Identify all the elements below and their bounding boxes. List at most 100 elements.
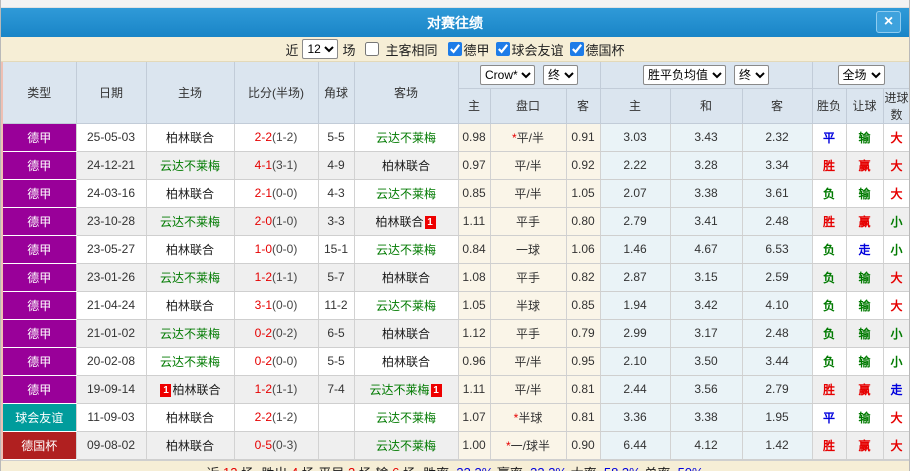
goals-result-cell: 大 (883, 431, 909, 460)
match-date: 25-05-03 (76, 123, 147, 152)
avg-home-odds: 6.44 (600, 431, 671, 460)
odds-home: 0.85 (458, 179, 491, 208)
same-venue-checkbox[interactable] (365, 42, 380, 56)
league-checkbox[interactable] (447, 42, 462, 56)
score-cell: 1-0(0-0) (234, 235, 319, 264)
table-row: 德甲 21-04-24 柏林联合 3-1(0-0) 11-2 云达不莱梅 1.0… (2, 291, 909, 320)
recent-label: 近 (285, 42, 299, 58)
handicap-line: 平手 (515, 270, 540, 285)
odds-state-select[interactable]: 终 (543, 64, 578, 85)
home-team-cell: 柏林联合 (146, 403, 235, 432)
odds-away: 1.05 (566, 179, 601, 208)
away-team-cell: 云达不莱梅 (354, 291, 459, 320)
odds-home: 1.05 (458, 291, 491, 320)
league-badge: 球会友谊 (2, 403, 77, 432)
scope-select[interactable]: 全场 (837, 64, 885, 85)
league-checkbox-label: 德国杯 (585, 42, 625, 58)
league-checkbox[interactable] (495, 42, 510, 56)
corner-cell (318, 431, 355, 460)
league-badge: 德甲 (2, 375, 77, 404)
odds-home: 0.96 (458, 347, 491, 376)
league-filter-球会友谊[interactable]: 球会友谊 (490, 40, 564, 59)
handicap-line: 平/半 (514, 354, 542, 369)
avg-type-select[interactable]: 胜平负均值 (643, 64, 726, 85)
summary-segment: 场, 胜出 (238, 463, 291, 471)
halftime-score: (1-0) (272, 214, 298, 228)
result-cell: 胜 (812, 207, 847, 236)
avg-away-odds: 3.34 (742, 151, 813, 180)
col-header-score: 比分(半场) (234, 62, 319, 124)
away-team-name: 云达不莱梅 (375, 438, 436, 453)
handicap-result-cell: 赢 (846, 207, 884, 236)
page-background-strip (1, 0, 909, 8)
result-cell: 胜 (812, 431, 847, 460)
away-team-cell: 云达不莱梅 (354, 179, 459, 208)
fulltime-score: 2-2 (254, 130, 272, 144)
fulltime-score: 3-1 (254, 298, 272, 312)
match-date: 09-08-02 (76, 431, 147, 460)
handicap-line: 平/半 (514, 158, 542, 173)
league-badge: 德甲 (2, 207, 77, 236)
corner-cell: 11-2 (318, 291, 355, 320)
goals-result-cell: 小 (883, 319, 909, 348)
league-badge: 德甲 (2, 179, 77, 208)
handicap-line: 平/半 (514, 382, 542, 397)
avg-home-odds: 2.07 (600, 179, 671, 208)
league-badge: 德甲 (2, 123, 77, 152)
subheader-avg-draw: 和 (670, 88, 743, 124)
result-cell: 负 (812, 319, 847, 348)
avg-home-odds: 1.46 (600, 235, 671, 264)
summary-segment: 33.3% (530, 465, 567, 471)
odds-home: 0.98 (458, 123, 491, 152)
avg-draw-odds: 3.50 (670, 347, 743, 376)
home-team-cell: 云达不莱梅 (146, 347, 235, 376)
handicap-cell: 平手 (490, 319, 567, 348)
avg-away-odds: 6.53 (742, 235, 813, 264)
avg-draw-odds: 3.56 (670, 375, 743, 404)
away-team-cell: 云达不莱梅 (354, 403, 459, 432)
odds-away: 0.80 (566, 207, 601, 236)
league-badge: 德国杯 (2, 431, 77, 460)
away-team-name: 柏林联合 (381, 158, 430, 173)
fulltime-score: 4-1 (254, 158, 272, 172)
score-cell: 0-2(0-0) (234, 347, 319, 376)
league-badge: 德甲 (2, 319, 77, 348)
odds-away: 0.85 (566, 291, 601, 320)
league-badge: 德甲 (2, 291, 77, 320)
filter-bar: 近 12 场 主客相同 德甲 球会友谊 德国杯 (1, 37, 909, 62)
match-date: 24-12-21 (76, 151, 147, 180)
table-row: 德甲 23-10-28 云达不莱梅 2-0(1-0) 3-3 柏林联合 1 1.1… (2, 207, 909, 236)
result-cell: 胜 (812, 375, 847, 404)
home-team-name: 柏林联合 (165, 410, 214, 425)
away-team-cell: 云达不莱梅 1 (354, 375, 459, 404)
goals-result-cell: 大 (883, 179, 909, 208)
corner-cell: 3-3 (318, 207, 355, 236)
odds-source-select[interactable]: Crow* (480, 64, 535, 85)
result-cell: 负 (812, 179, 847, 208)
table-row: 德甲 24-03-16 柏林联合 2-1(0-0) 4-3 云达不莱梅 0.85… (2, 179, 909, 208)
home-team-cell: 云达不莱梅 (146, 207, 235, 236)
league-filter-德甲[interactable]: 德甲 (442, 40, 490, 59)
handicap-result-cell: 输 (846, 347, 884, 376)
result-cell: 平 (812, 403, 847, 432)
home-team-cell: 云达不莱梅 (146, 263, 235, 292)
halftime-score: (0-2) (272, 326, 298, 340)
handicap-cell: *半球 (490, 403, 567, 432)
match-date: 23-05-27 (76, 235, 147, 264)
avg-away-odds: 1.42 (742, 431, 813, 460)
match-count-select[interactable]: 12 (302, 39, 339, 59)
score-cell: 1-2(1-1) (234, 375, 319, 404)
league-checkbox[interactable] (569, 42, 584, 56)
handicap-cell: 半球 (490, 291, 567, 320)
odds-away: 0.90 (566, 431, 601, 460)
handicap-cell: 平/半 (490, 375, 567, 404)
subheader-avg-home: 主 (600, 88, 671, 124)
result-cell: 负 (812, 263, 847, 292)
league-filter-德国杯[interactable]: 德国杯 (564, 40, 625, 59)
away-team-name: 云达不莱梅 (369, 382, 430, 397)
avg-state-select[interactable]: 终 (734, 64, 769, 85)
close-button[interactable]: × (876, 11, 901, 33)
away-team-cell: 云达不莱梅 (354, 235, 459, 264)
handicap-cell: 一球 (490, 235, 567, 264)
corner-cell: 6-5 (318, 319, 355, 348)
